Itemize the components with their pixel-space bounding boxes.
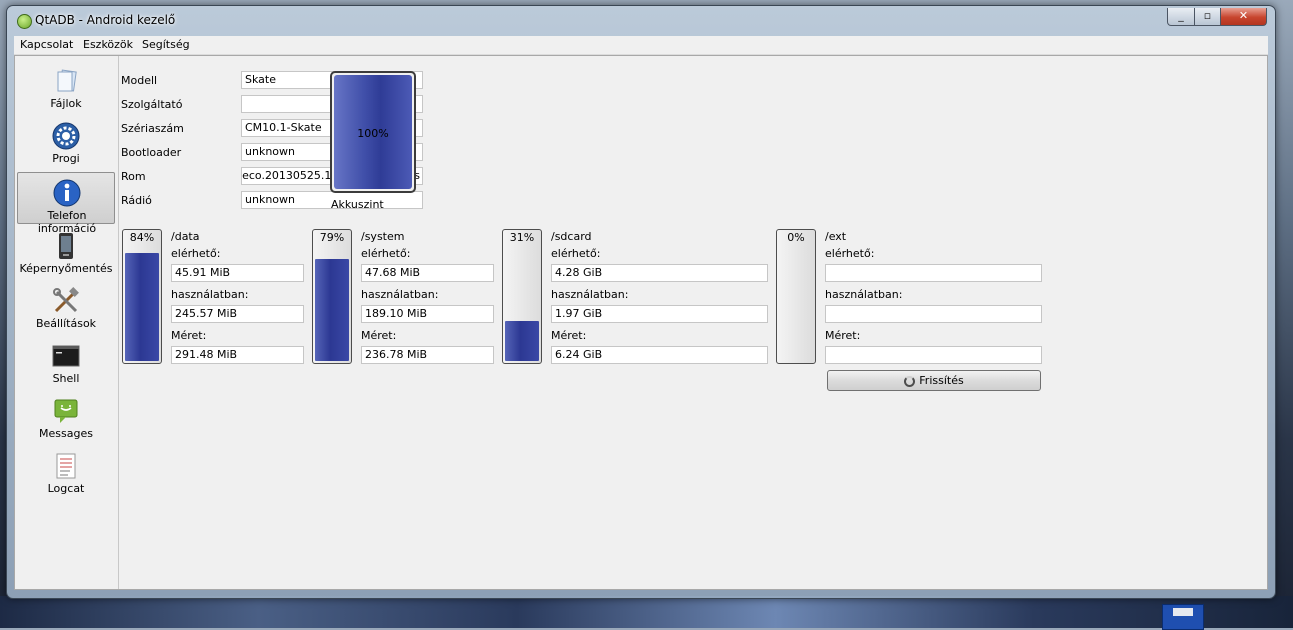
ext-used-field[interactable] bbox=[825, 305, 1042, 323]
serial-label: Szériaszám bbox=[121, 122, 184, 135]
close-button[interactable]: ✕ bbox=[1220, 8, 1267, 26]
battery-bar: 100% bbox=[330, 71, 416, 193]
refresh-button-label: Frissítés bbox=[919, 374, 964, 387]
ext-available-label: elérhető: bbox=[825, 247, 875, 260]
bootloader-label: Bootloader bbox=[121, 146, 182, 159]
refresh-button[interactable]: Frissítés bbox=[827, 370, 1041, 391]
sdcard-size-field[interactable]: 6.24 GiB bbox=[551, 346, 768, 364]
data-used-field[interactable]: 245.57 MiB bbox=[171, 305, 304, 323]
data-percent: 84% bbox=[129, 231, 155, 244]
minimize-button[interactable]: _ bbox=[1167, 8, 1195, 26]
system-available-label: elérhető: bbox=[361, 247, 411, 260]
client-area: Fájlok Progi Telefon információ Képernyő… bbox=[14, 55, 1268, 590]
android-app-icon bbox=[17, 14, 32, 29]
system-usage-bar: 79% bbox=[312, 229, 352, 364]
sdcard-used-label: használatban: bbox=[551, 288, 629, 301]
maximize-button[interactable]: ▫ bbox=[1194, 8, 1221, 26]
sidebar-item-messages[interactable]: Messages bbox=[17, 391, 115, 443]
desktop-background bbox=[0, 596, 1293, 628]
model-label: Modell bbox=[121, 74, 158, 87]
rom-label: Rom bbox=[121, 170, 146, 183]
operator-label: Szolgáltató bbox=[121, 98, 183, 111]
sidebar-item-label: Beállítások bbox=[35, 317, 97, 330]
sidebar-item-settings[interactable]: Beállítások bbox=[17, 281, 115, 333]
title-bar[interactable]: QtADB - Android kezelő _ ▫ ✕ bbox=[7, 6, 1275, 36]
sdcard-usage-fill bbox=[505, 321, 539, 361]
menu-kapcsolat[interactable]: Kapcsolat bbox=[20, 38, 73, 51]
data-name: /data bbox=[171, 230, 200, 243]
system-used-field[interactable]: 189.10 MiB bbox=[361, 305, 494, 323]
floppy-disk-icon[interactable] bbox=[1162, 604, 1204, 630]
radio-label: Rádió bbox=[121, 194, 152, 207]
sdcard-name: /sdcard bbox=[551, 230, 592, 243]
menu-bar: Kapcsolat Eszközök Segítség bbox=[14, 36, 1268, 55]
log-icon bbox=[56, 453, 76, 479]
main-window: QtADB - Android kezelő _ ▫ ✕ Kapcsolat E… bbox=[6, 5, 1276, 599]
data-usage-fill bbox=[125, 253, 159, 361]
sidebar-item-progi[interactable]: Progi bbox=[17, 116, 115, 168]
ext-size-label: Méret: bbox=[825, 329, 861, 342]
data-used-label: használatban: bbox=[171, 288, 249, 301]
sidebar-item-logcat[interactable]: Logcat bbox=[17, 446, 115, 498]
menu-segitseg[interactable]: Segítség bbox=[142, 38, 190, 51]
ext-size-field[interactable] bbox=[825, 346, 1042, 364]
sidebar-item-shell[interactable]: Shell bbox=[17, 336, 115, 388]
sdcard-available-label: elérhető: bbox=[551, 247, 601, 260]
sidebar-item-label: Logcat bbox=[47, 482, 85, 495]
ext-usage-bar: 0% bbox=[776, 229, 816, 364]
sidebar-item-screenshot[interactable]: Képernyőmentés bbox=[17, 226, 115, 278]
data-usage-bar: 84% bbox=[122, 229, 162, 364]
gear-icon bbox=[52, 122, 80, 150]
system-name: /system bbox=[361, 230, 405, 243]
tools-icon bbox=[53, 287, 79, 313]
spinner-icon bbox=[904, 376, 916, 387]
terminal-icon bbox=[52, 345, 80, 367]
sdcard-usage-bar: 31% bbox=[502, 229, 542, 364]
sidebar-item-label: Progi bbox=[52, 152, 80, 165]
sidebar-item-label: Messages bbox=[39, 427, 93, 440]
system-usage-fill bbox=[315, 259, 349, 361]
files-icon bbox=[57, 69, 77, 92]
menu-eszkozok[interactable]: Eszközök bbox=[83, 38, 133, 51]
system-used-label: használatban: bbox=[361, 288, 439, 301]
data-size-label: Méret: bbox=[171, 329, 207, 342]
system-size-label: Méret: bbox=[361, 329, 397, 342]
sidebar-item-label: Fájlok bbox=[50, 97, 82, 110]
data-available-field[interactable]: 45.91 MiB bbox=[171, 264, 304, 282]
phone-icon bbox=[59, 233, 73, 259]
ext-used-label: használatban: bbox=[825, 288, 903, 301]
sidebar-item-files[interactable]: Fájlok bbox=[17, 61, 115, 113]
message-icon bbox=[54, 399, 78, 423]
system-percent: 79% bbox=[319, 231, 345, 244]
ext-percent: 0% bbox=[787, 231, 805, 244]
sidebar-item-phone-info[interactable]: Telefon információ bbox=[17, 172, 115, 235]
data-size-field[interactable]: 291.48 MiB bbox=[171, 346, 304, 364]
sidebar-item-label: Shell bbox=[52, 372, 80, 385]
info-icon bbox=[53, 179, 81, 207]
sdcard-used-field[interactable]: 1.97 GiB bbox=[551, 305, 768, 323]
system-size-field[interactable]: 236.78 MiB bbox=[361, 346, 494, 364]
sdcard-available-field[interactable]: 4.28 GiB bbox=[551, 264, 768, 282]
ext-available-field[interactable] bbox=[825, 264, 1042, 282]
sidebar-item-label: Képernyőmentés bbox=[19, 262, 113, 275]
sidebar: Fájlok Progi Telefon információ Képernyő… bbox=[15, 56, 119, 589]
system-available-field[interactable]: 47.68 MiB bbox=[361, 264, 494, 282]
battery-label: Akkuszint bbox=[331, 198, 384, 211]
battery-percent: 100% bbox=[357, 127, 389, 140]
ext-name: /ext bbox=[825, 230, 847, 243]
window-title: QtADB - Android kezelő bbox=[35, 13, 176, 27]
sdcard-percent: 31% bbox=[509, 231, 535, 244]
sdcard-size-label: Méret: bbox=[551, 329, 587, 342]
data-available-label: elérhető: bbox=[171, 247, 221, 260]
